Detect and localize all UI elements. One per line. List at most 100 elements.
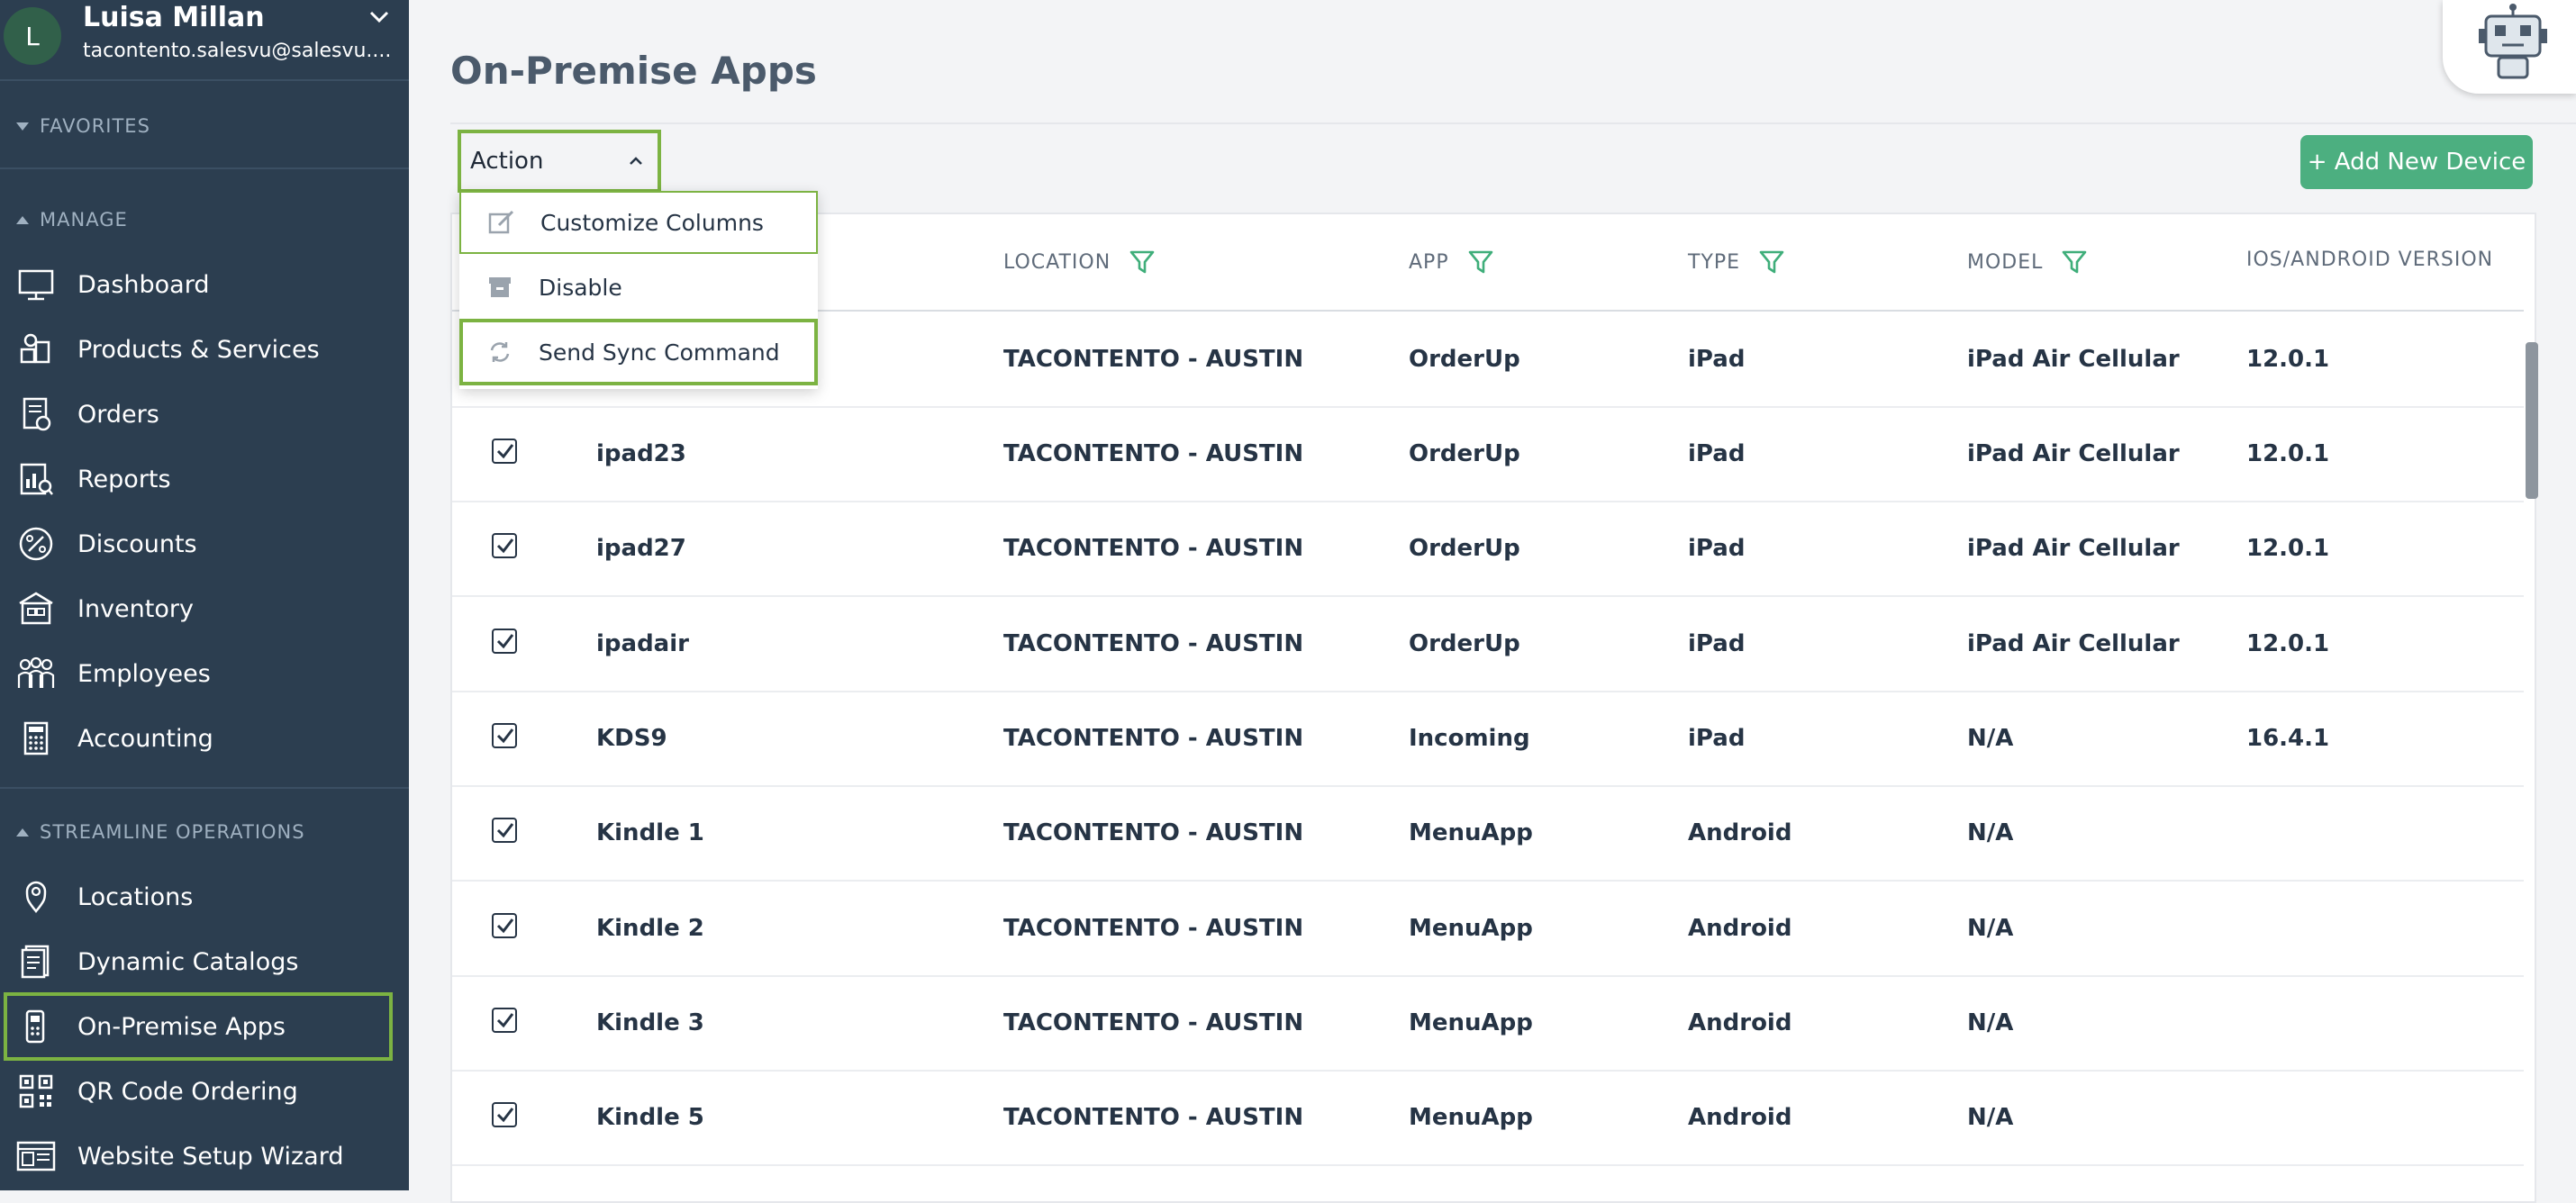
chat-assistant-button[interactable] [2443,0,2576,94]
device-type: Android [1688,819,1792,846]
sidebar-item-label: Reports [77,465,171,493]
sidebar-item-label: Accounting [77,724,213,753]
filter-icon[interactable] [1129,249,1156,276]
device-type: iPad [1688,725,1746,752]
avatar: L [4,7,61,65]
device-location: TACONTENTO - AUSTIN [1003,535,1304,562]
row-checkbox[interactable] [492,1008,517,1033]
action-dropdown-button[interactable]: Action [458,130,661,193]
scrollbar[interactable] [2526,342,2538,499]
sidebar-item-employees[interactable]: Employees [4,641,393,706]
catalog-icon [16,942,56,981]
row-checkbox[interactable] [492,439,517,464]
sidebar-item-label: Dynamic Catalogs [77,947,299,976]
device-name: KDS9 [596,725,667,752]
row-checkbox[interactable] [492,1102,517,1127]
checkmark-icon [496,1013,514,1028]
reports-icon [16,459,56,499]
device-app: MenuApp [1409,915,1533,942]
device-app: OrderUp [1409,535,1520,562]
section-favorites[interactable]: FAVORITES [16,115,150,137]
caret-down-icon [16,122,29,131]
divider [0,787,409,789]
sidebar-item-on-premise-apps[interactable]: On-Premise Apps [4,992,393,1061]
column-header-location: LOCATION [1003,249,1156,276]
sidebar-item-products-services[interactable]: Products & Services [4,317,393,382]
calculator-icon [16,719,56,758]
row-checkbox[interactable] [492,629,517,654]
monitor-icon [16,265,56,304]
row-checkbox[interactable] [492,723,517,748]
section-manage-label: MANAGE [40,209,128,231]
table-row[interactable]: ipad23 TACONTENTO - AUSTIN OrderUp iPad … [452,408,2524,502]
device-app: OrderUp [1409,440,1520,467]
column-header-label: IOS/ANDROID VERSION [2246,249,2494,271]
sidebar-item-label: Dashboard [77,270,210,299]
section-streamline[interactable]: STREAMLINE OPERATIONS [16,821,305,843]
location-pin-icon [16,877,56,917]
table-row[interactable]: KDS9 TACONTENTO - AUSTIN Incoming iPad N… [452,692,2524,787]
user-email: tacontento.salesvu@salesvu.... [83,40,392,62]
device-type: iPad [1688,630,1746,657]
checkmark-icon [496,538,514,554]
checkmark-icon [496,634,514,649]
menu-item-send-sync-command[interactable]: Send Sync Command [459,319,818,385]
table-row[interactable]: Kindle 5 TACONTENTO - AUSTIN MenuApp And… [452,1072,2524,1166]
archive-icon [486,274,513,301]
sync-icon [486,339,513,366]
table-row[interactable]: ipadair TACONTENTO - AUSTIN OrderUp iPad… [452,598,2524,692]
pos-terminal-icon [16,1007,56,1046]
percent-icon [16,524,56,564]
device-name: Kindle 2 [596,915,704,942]
checkmark-icon [496,823,514,838]
device-version: 12.0.1 [2246,440,2330,467]
sidebar-item-inventory[interactable]: Inventory [4,576,393,641]
sidebar-item-locations[interactable]: Locations [4,864,393,929]
qr-code-icon [16,1072,56,1111]
caret-up-icon [16,828,29,837]
sidebar-item-orders[interactable]: Orders [4,382,393,447]
divider [0,167,409,169]
menu-item-customize-columns[interactable]: Customize Columns [459,191,818,254]
orders-icon [16,394,56,434]
sidebar-item-qr-code-ordering[interactable]: QR Code Ordering [4,1059,393,1124]
sidebar-item-accounting[interactable]: Accounting [4,706,393,771]
device-name: Kindle 3 [596,1009,704,1036]
sidebar-item-label: Discounts [77,529,197,558]
user-menu[interactable]: L Luisa Millan tacontento.salesvu@salesv… [0,0,409,81]
table-row[interactable]: Kindle 3 TACONTENTO - AUSTIN MenuApp And… [452,977,2524,1072]
sidebar-item-website-setup-wizard[interactable]: Website Setup Wizard [4,1124,393,1189]
sidebar-item-label: Locations [77,882,194,911]
sidebar-item-discounts[interactable]: Discounts [4,511,393,576]
sidebar-item-reports[interactable]: Reports [4,447,393,511]
filter-icon[interactable] [1467,249,1494,276]
chevron-up-icon [630,157,642,165]
device-model: N/A [1967,915,2014,942]
table-row[interactable]: ipad27 TACONTENTO - AUSTIN OrderUp iPad … [452,502,2524,597]
divider [450,122,2576,124]
menu-item-disable[interactable]: Disable [459,256,818,319]
add-new-device-button[interactable]: + Add New Device [2300,135,2533,189]
user-name: Luisa Millan [83,2,265,33]
table-row[interactable]: Kindle 1 TACONTENTO - AUSTIN MenuApp And… [452,787,2524,882]
device-model: iPad Air Cellular [1967,535,2180,562]
sidebar-item-dynamic-catalogs[interactable]: Dynamic Catalogs [4,929,393,994]
chevron-down-icon[interactable] [366,4,393,31]
device-location: TACONTENTO - AUSTIN [1003,819,1304,846]
row-checkbox[interactable] [492,533,517,558]
row-checkbox[interactable] [492,818,517,843]
sidebar-item-dashboard[interactable]: Dashboard [4,252,393,317]
section-manage[interactable]: MANAGE [16,209,128,231]
filter-icon[interactable] [1758,249,1785,276]
row-checkbox[interactable] [492,913,517,938]
table-row[interactable]: Kindle 2 TACONTENTO - AUSTIN MenuApp And… [452,882,2524,977]
sidebar-item-label: QR Code Ordering [77,1077,298,1106]
column-header-model: MODEL [1967,249,2088,276]
column-header-label: TYPE [1688,250,1741,274]
device-app: OrderUp [1409,630,1520,657]
products-icon [16,330,56,369]
sidebar-item-label: Employees [77,659,211,688]
device-location: TACONTENTO - AUSTIN [1003,440,1304,467]
main-content: On-Premise Apps Action + Add New Device … [409,0,2576,1203]
filter-icon[interactable] [2061,249,2088,276]
